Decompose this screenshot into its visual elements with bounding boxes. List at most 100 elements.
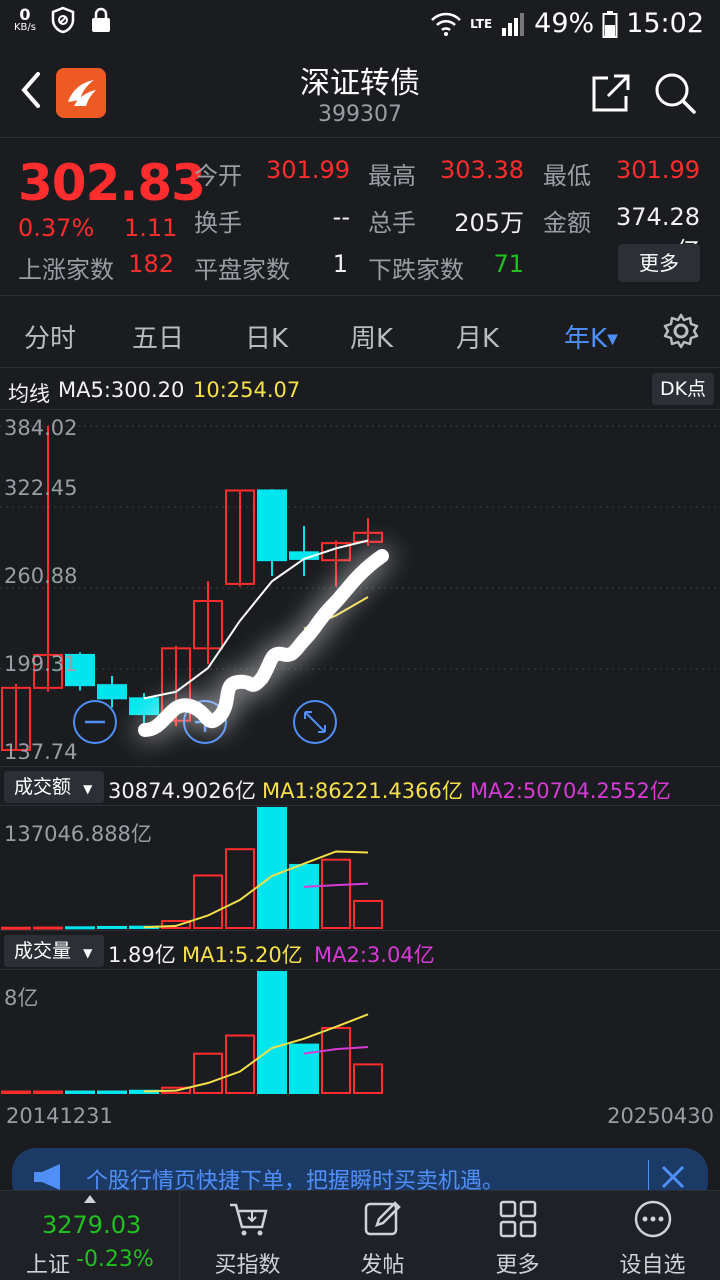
- turnover-label: 换手: [194, 209, 242, 237]
- volume-dropdown[interactable]: 成交量 ▼: [4, 935, 104, 967]
- more-menu-label: 更多: [495, 1253, 540, 1278]
- cart-icon: [230, 1203, 268, 1236]
- last-price: 302.83: [18, 154, 206, 212]
- end-date: 20250430: [607, 1104, 714, 1128]
- price-grid: [0, 425, 720, 670]
- amount-label: 金额: [543, 209, 591, 237]
- volume-ma2: MA2:3.04亿: [314, 943, 435, 967]
- start-date: 20141231: [6, 1104, 113, 1128]
- kline-chart[interactable]: [0, 410, 720, 1100]
- search-icon[interactable]: [652, 70, 698, 116]
- battery-icon: [602, 10, 618, 38]
- change-percent: 0.37%: [18, 214, 95, 242]
- volume-bar: [353, 1063, 383, 1095]
- tab-weekly-k[interactable]: 周K: [350, 318, 393, 355]
- index-percent: -0.23%: [76, 1247, 154, 1272]
- advancers-value: 182: [128, 250, 174, 278]
- lock-icon: [92, 7, 110, 32]
- volume-panel-header: 成交量 ▼ 1.89亿 MA1:5.20亿 MA2:3.04亿: [0, 930, 720, 970]
- banner-divider: [648, 1160, 649, 1194]
- settings-gear-icon[interactable]: [662, 312, 700, 350]
- decliners-label: 下跌家数: [368, 256, 464, 284]
- buy-index-label: 买指数: [214, 1253, 281, 1278]
- bottom-bar: 3279.03 上证 -0.23% 买指数 发帖 更多 设自选: [0, 1190, 720, 1280]
- network-speed: 0 KB/s: [14, 5, 36, 33]
- index-quote[interactable]: 3279.03 上证 -0.23%: [0, 1191, 180, 1280]
- more-dots-icon: [634, 1200, 672, 1238]
- price-tick: 199.31: [4, 652, 78, 676]
- caret-down-icon: ▼: [83, 946, 93, 960]
- change-amount: 1.11: [124, 214, 178, 242]
- volume-ma1: MA1:5.20亿: [182, 943, 303, 967]
- battery-percent: 49%: [534, 8, 595, 39]
- more-menu-button[interactable]: 更多: [450, 1191, 585, 1280]
- total-volume-value: 205万: [454, 209, 524, 237]
- more-button[interactable]: 更多: [618, 244, 700, 282]
- amount-bar: [353, 899, 383, 930]
- tab-intraday[interactable]: 分时: [24, 318, 76, 355]
- ma5-value: MA5:300.20: [58, 378, 185, 402]
- unchanged-label: 平盘家数: [194, 256, 290, 284]
- dk-point-button[interactable]: DK点: [652, 373, 714, 405]
- amount-ma1-line: [143, 850, 369, 929]
- volume-bar: [65, 1090, 95, 1094]
- status-bar: 0 KB/s LTE 49% 15:02: [0, 0, 720, 46]
- post-button[interactable]: 发帖: [315, 1191, 450, 1280]
- candle-body: [257, 489, 287, 562]
- ma10-value: 10:254.07: [193, 378, 301, 402]
- fullscreen-button[interactable]: [293, 700, 337, 744]
- low-value: 301.99: [616, 156, 700, 184]
- index-value: 3279.03: [42, 1211, 142, 1239]
- amount-dropdown[interactable]: 成交额 ▼: [4, 771, 104, 803]
- amount-bar: [289, 863, 319, 929]
- gesture-trace: [138, 549, 389, 737]
- close-icon[interactable]: [660, 1164, 686, 1190]
- post-label: 发帖: [360, 1253, 405, 1278]
- ma-label: 均线: [8, 382, 50, 406]
- share-icon[interactable]: [588, 70, 634, 116]
- amount-bar: [321, 858, 351, 929]
- tab-yearly-k[interactable]: 年K▼: [564, 318, 618, 355]
- period-tabs: 分时 五日 日K 周K 月K 年K▼: [0, 296, 720, 368]
- volume-dropdown-label: 成交量: [14, 940, 72, 962]
- amount-bar: [225, 848, 255, 929]
- low-label: 最低: [543, 162, 591, 190]
- ma-legend: 均线 MA5:300.20 10:254.07 DK点: [0, 370, 720, 410]
- volume-value: 1.89亿: [108, 943, 176, 967]
- amount-bar: [33, 926, 63, 930]
- volume-bar: [1, 1090, 31, 1094]
- volume-ma1-line: [143, 1013, 369, 1093]
- amount-bar: [65, 926, 95, 930]
- open-value: 301.99: [266, 156, 350, 184]
- tab-five-day[interactable]: 五日: [132, 318, 184, 355]
- amount-bar: [193, 874, 223, 929]
- amount-ma2: MA2:50704.2552亿: [470, 779, 671, 803]
- caret-down-icon: ▼: [83, 782, 93, 796]
- volume-bars: [1, 971, 383, 1095]
- tab-daily-k[interactable]: 日K: [245, 318, 288, 355]
- caret-down-icon: ▼: [607, 331, 618, 348]
- turnover-value: --: [332, 203, 350, 231]
- wifi-icon: [431, 12, 462, 36]
- volume-bar: [97, 1090, 127, 1094]
- candle-body: [129, 697, 159, 716]
- open-label: 今开: [194, 162, 242, 190]
- price-tick: 260.88: [4, 564, 78, 588]
- volume-bar: [321, 1026, 351, 1095]
- candle-body: [97, 684, 127, 700]
- add-watchlist-button[interactable]: 设自选: [585, 1191, 720, 1280]
- tab-yearly-k-label: 年K: [564, 324, 608, 354]
- price-tick: 137.74: [4, 740, 78, 764]
- clock: 15:02: [626, 8, 704, 39]
- buy-index-button[interactable]: 买指数: [180, 1191, 315, 1280]
- price-tick: 384.02: [4, 416, 78, 440]
- high-value: 303.38: [440, 156, 524, 184]
- amount-axis-top: 137046.888亿: [4, 822, 152, 846]
- zoom-out-button[interactable]: [73, 700, 117, 744]
- advancers-label: 上涨家数: [18, 256, 114, 284]
- index-name: 上证: [26, 1253, 71, 1278]
- megaphone-icon: [34, 1164, 60, 1190]
- volume-bar: [257, 971, 287, 1094]
- tab-monthly-k[interactable]: 月K: [456, 318, 499, 355]
- amount-value: 30874.9026亿: [108, 779, 256, 803]
